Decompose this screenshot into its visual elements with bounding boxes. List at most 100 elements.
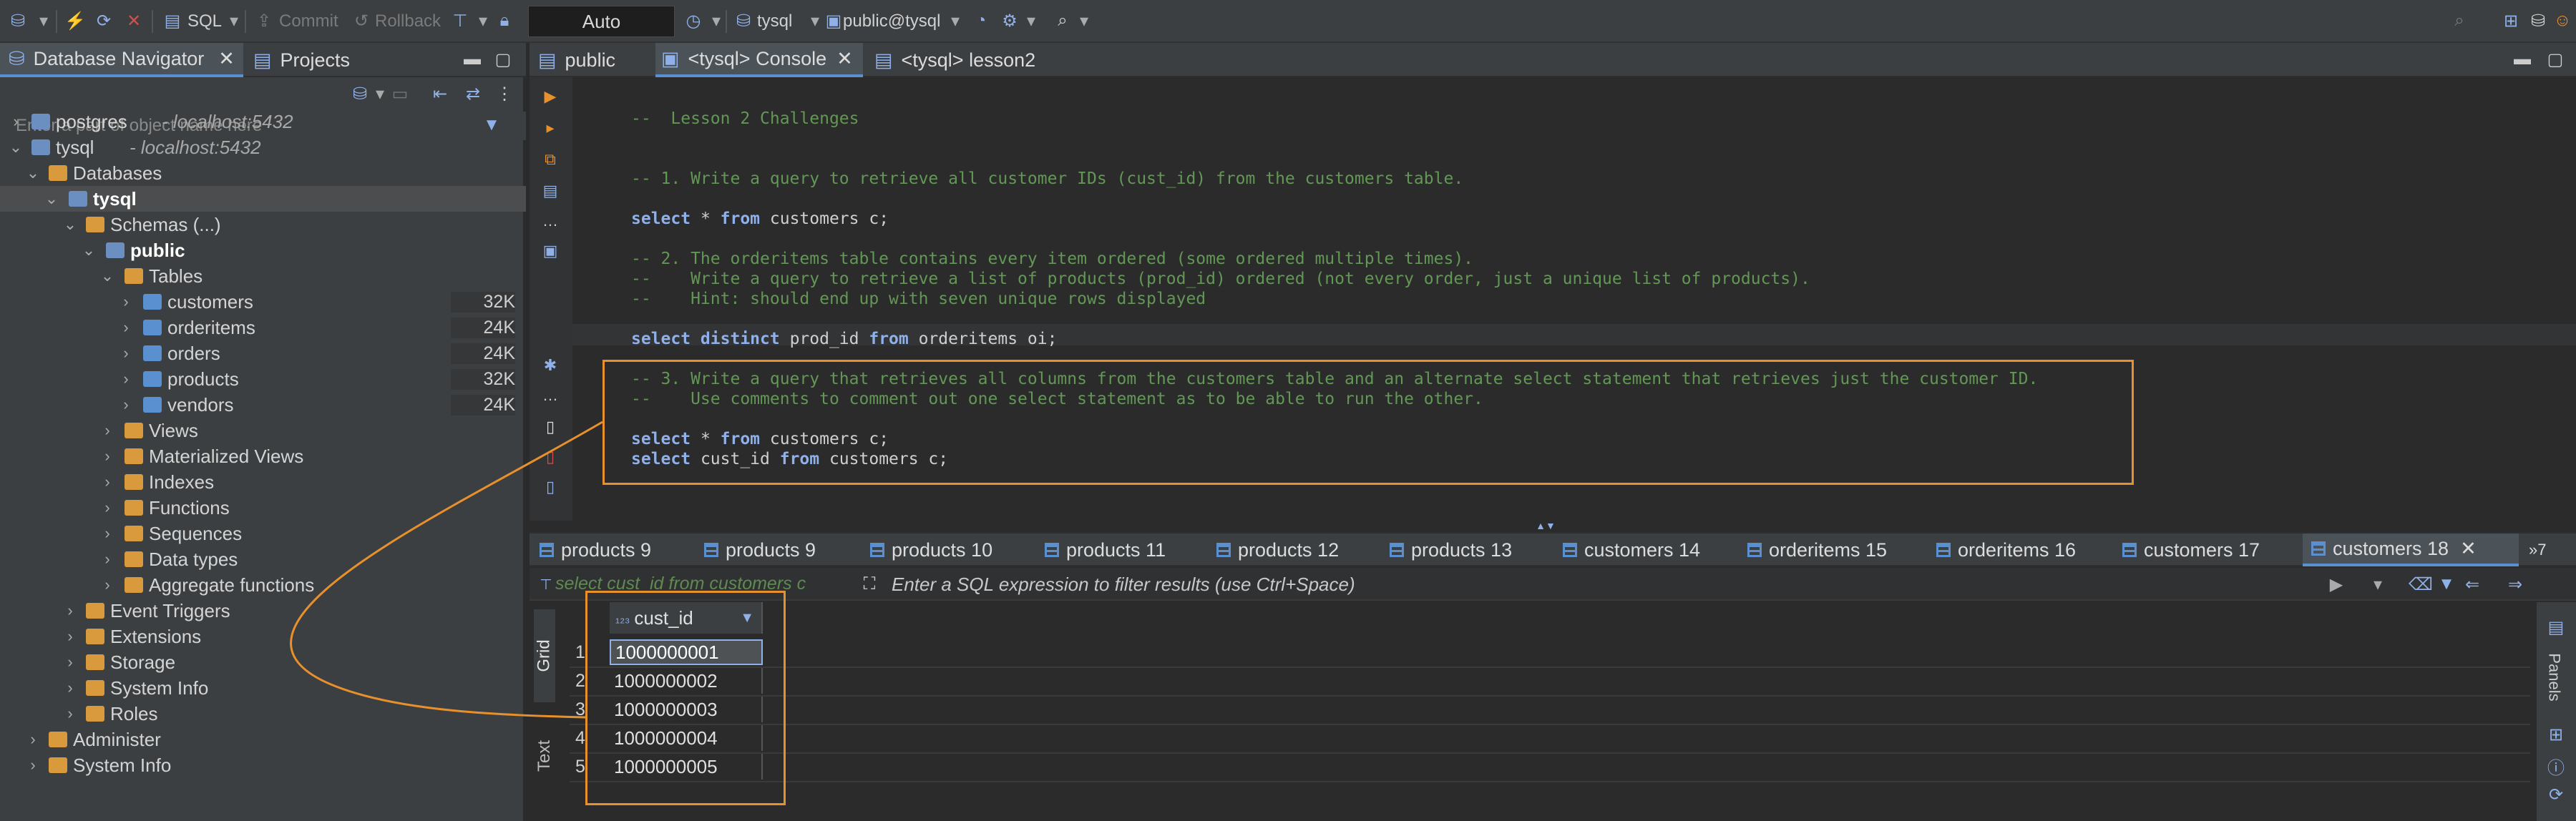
perspective-icon[interactable]: ⊞ bbox=[2500, 10, 2522, 31]
expand-toggle-icon[interactable]: › bbox=[26, 730, 40, 749]
tree-node[interactable]: › Administer bbox=[0, 727, 526, 752]
close-icon[interactable]: ✕ bbox=[218, 48, 235, 70]
apply-filter-icon[interactable]: ▶ bbox=[2326, 574, 2347, 595]
view-menu-icon[interactable]: ⋮ bbox=[494, 83, 515, 104]
expand-toggle-icon[interactable]: ⌄ bbox=[100, 267, 114, 285]
history-dropdown-icon[interactable]: ▾ bbox=[706, 10, 727, 31]
expand-toggle-icon[interactable]: › bbox=[100, 447, 114, 466]
expand-toggle-icon[interactable]: › bbox=[63, 601, 77, 620]
expand-toggle-icon[interactable]: ⌄ bbox=[9, 138, 23, 157]
filter-input[interactable]: Enter a SQL expression to filter results… bbox=[892, 574, 1355, 596]
reconnect-icon[interactable]: ⟳ bbox=[93, 10, 114, 31]
tree-node[interactable]: › customers 32K bbox=[0, 289, 526, 315]
expand-toggle-icon[interactable]: › bbox=[26, 756, 40, 775]
info-icon[interactable]: ⓘ bbox=[2545, 755, 2567, 778]
tab-public[interactable]: ▤ public bbox=[530, 43, 637, 77]
folder-icon[interactable]: ▭ bbox=[389, 83, 411, 104]
commit-button[interactable]: Commit bbox=[279, 6, 338, 37]
global-search-icon[interactable]: ⌕ bbox=[2449, 10, 2470, 31]
tree-node[interactable]: ⌄ tysql - localhost:5432 bbox=[0, 134, 526, 160]
tree-node[interactable]: › System Info bbox=[0, 675, 526, 701]
tree-node[interactable]: › products 32K bbox=[0, 366, 526, 392]
more-icon[interactable]: … bbox=[540, 385, 561, 406]
rollback-icon[interactable]: ↺ bbox=[351, 10, 372, 31]
tree-node[interactable]: › orderitems 24K bbox=[0, 315, 526, 340]
tree-node[interactable]: ⌄ Databases bbox=[0, 160, 526, 186]
result-tab[interactable]: products 10 bbox=[870, 534, 992, 566]
expand-toggle-icon[interactable]: › bbox=[119, 370, 133, 388]
expand-toggle-icon[interactable]: › bbox=[119, 318, 133, 337]
expand-toggle-icon[interactable]: › bbox=[100, 576, 114, 594]
collapse-all-icon[interactable]: ⇤ bbox=[429, 83, 451, 104]
dropdown-icon[interactable]: ▾ bbox=[369, 83, 391, 104]
expand-toggle-icon[interactable]: › bbox=[100, 498, 114, 517]
output-icon[interactable]: ▣ bbox=[540, 240, 561, 262]
tree-node[interactable]: › Aggregate functions bbox=[0, 572, 526, 598]
document-icon[interactable]: ▯ bbox=[540, 416, 561, 438]
search-icon[interactable]: ⌕ bbox=[1052, 10, 1073, 31]
expand-toggle-icon[interactable]: ⌄ bbox=[26, 164, 40, 182]
minimize-icon[interactable]: ▬ bbox=[2512, 49, 2533, 70]
rollback-button[interactable]: Rollback bbox=[375, 6, 441, 37]
link-editor-icon[interactable]: ⇄ bbox=[462, 83, 484, 104]
tree-node[interactable]: ⌄ public bbox=[0, 237, 526, 263]
splitter-handle[interactable]: ▲▼ bbox=[1524, 521, 1567, 531]
expand-toggle-icon[interactable]: › bbox=[100, 524, 114, 543]
tree-node[interactable]: › Functions bbox=[0, 495, 526, 521]
tree-node[interactable]: › postgres - localhost:5432 bbox=[0, 109, 526, 134]
panels-icon[interactable]: ▤ bbox=[2545, 616, 2567, 638]
export-icon[interactable]: ▯ bbox=[540, 476, 561, 498]
execute-script-icon[interactable]: ⧉ bbox=[540, 149, 561, 170]
tab-projects[interactable]: ▤ Projects bbox=[245, 43, 366, 77]
refresh-icon[interactable]: ⟳ bbox=[2545, 784, 2567, 805]
result-tab[interactable]: orderitems 15 bbox=[1747, 534, 1887, 566]
result-tab[interactable]: orderitems 16 bbox=[1936, 534, 2076, 566]
tab-console[interactable]: ▣ <tysql> Console ✕ bbox=[655, 43, 863, 77]
transaction-dropdown-icon[interactable]: ▾ bbox=[472, 10, 494, 31]
new-connection-icon[interactable]: ⛁ bbox=[349, 83, 371, 104]
tree-node[interactable]: › vendors 24K bbox=[0, 392, 526, 418]
dropdown-icon[interactable]: ▾ bbox=[33, 10, 54, 31]
expand-toggle-icon[interactable]: › bbox=[100, 421, 114, 440]
connect-icon[interactable]: ⚡ bbox=[64, 10, 86, 31]
filter-history-icon[interactable]: ▾ bbox=[2367, 574, 2389, 595]
back-icon[interactable]: ⇐ bbox=[2462, 574, 2483, 595]
grid-mode-tab[interactable]: Grid bbox=[534, 609, 555, 702]
tree-node[interactable]: › Extensions bbox=[0, 624, 526, 649]
result-tab[interactable]: customers 14 bbox=[1563, 534, 1700, 566]
maximize-icon[interactable]: ▢ bbox=[492, 49, 514, 70]
minimize-icon[interactable]: ▬ bbox=[462, 49, 483, 70]
tab-database-navigator[interactable]: ⛁ Database Navigator ✕ bbox=[0, 43, 243, 77]
tree-node[interactable]: › Data types bbox=[0, 546, 526, 572]
more-tabs-button[interactable]: »7 bbox=[2529, 534, 2546, 566]
tree-node[interactable]: ⌄ Tables bbox=[0, 263, 526, 289]
explain-icon[interactable]: ▤ bbox=[540, 180, 561, 202]
result-tab[interactable]: products 12 bbox=[1216, 534, 1339, 566]
execute-statement-icon[interactable]: ▶ bbox=[540, 86, 561, 107]
filter-icon[interactable]: ▼ bbox=[2436, 574, 2457, 595]
tree-node[interactable]: ⌄ Schemas (...) bbox=[0, 212, 526, 237]
expand-toggle-icon[interactable]: ⌄ bbox=[44, 190, 59, 208]
expand-icon[interactable]: ⛶ bbox=[859, 574, 880, 595]
expand-toggle-icon[interactable]: › bbox=[63, 627, 77, 646]
result-tab[interactable]: products 13 bbox=[1390, 534, 1512, 566]
clear-filter-icon[interactable]: ⌫ bbox=[2409, 574, 2433, 595]
expand-toggle-icon[interactable]: › bbox=[119, 344, 133, 363]
dashboard-icon[interactable]: ◔ bbox=[970, 10, 992, 31]
lock-icon[interactable]: 🔒︎ bbox=[494, 10, 515, 31]
expand-toggle-icon[interactable]: › bbox=[63, 704, 77, 723]
maximize-icon[interactable]: ▢ bbox=[2545, 49, 2566, 70]
expand-toggle-icon[interactable]: › bbox=[9, 112, 23, 131]
result-tab[interactable]: products 9 bbox=[704, 534, 816, 566]
result-tab[interactable]: products 9 bbox=[540, 534, 651, 566]
tree-node[interactable]: ⌄ tysql bbox=[0, 186, 526, 212]
tree-node[interactable]: › Sequences bbox=[0, 521, 526, 546]
panels-tab[interactable]: Panels bbox=[2544, 645, 2565, 709]
commit-icon[interactable]: ⇪ bbox=[253, 10, 275, 31]
tools-dropdown-icon[interactable]: ▾ bbox=[1020, 10, 1042, 31]
expand-toggle-icon[interactable]: › bbox=[63, 653, 77, 672]
sql-editor-icon[interactable]: ▤ bbox=[162, 10, 183, 31]
result-tab[interactable]: products 11 bbox=[1045, 534, 1166, 566]
tree-node[interactable]: › Event Triggers bbox=[0, 598, 526, 624]
tree-node[interactable]: › Views bbox=[0, 418, 526, 443]
